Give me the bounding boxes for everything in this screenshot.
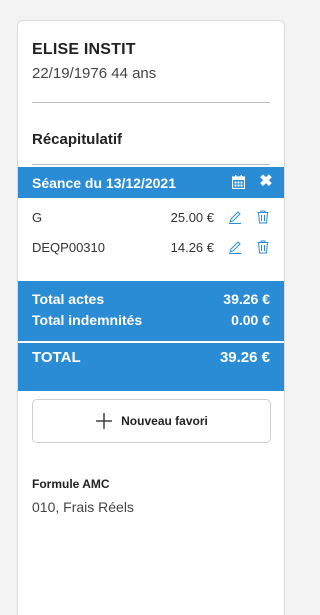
divider <box>32 164 270 165</box>
edit-icon[interactable] <box>228 210 242 224</box>
recap-title: Récapitulatif <box>32 131 123 148</box>
edit-icon[interactable] <box>228 240 242 254</box>
plus-icon <box>95 412 113 430</box>
act-row: DEQP00310 14.26 € <box>18 232 284 262</box>
total-actes-value: 39.26 € <box>223 291 270 307</box>
divider <box>32 102 270 103</box>
amc-value: 010, Frais Réels <box>32 499 134 515</box>
act-row: G 25.00 € <box>18 202 284 232</box>
calendar-icon[interactable] <box>231 175 246 190</box>
act-code: DEQP00310 <box>32 240 105 255</box>
total-actes-label: Total actes <box>32 291 105 307</box>
trash-icon[interactable] <box>257 210 269 224</box>
act-amount: 14.26 € <box>170 240 214 255</box>
total-indemnites-value: 0.00 € <box>231 312 270 328</box>
patient-birth-info: 22/19/1976 44 ans <box>32 65 157 82</box>
amc-title: Formule AMC <box>32 477 110 491</box>
grand-total-value: 39.26 € <box>219 349 270 366</box>
patient-name: ELISE INSTIT <box>32 41 136 58</box>
grand-total-label: TOTAL <box>32 349 81 366</box>
act-amount: 25.00 € <box>170 210 214 225</box>
session-header: Séance du 13/12/2021 ✖ <box>18 167 284 198</box>
trash-icon[interactable] <box>257 240 269 254</box>
grand-total-block: TOTAL 39.26 € <box>18 341 284 391</box>
session-title: Séance du 13/12/2021 <box>32 174 176 191</box>
add-favorite-button[interactable]: Nouveau favori <box>32 399 271 443</box>
patient-card: ELISE INSTIT 22/19/1976 44 ans Récapitul… <box>17 20 285 615</box>
add-favorite-label: Nouveau favori <box>121 414 208 428</box>
total-indemnites-label: Total indemnités <box>32 312 143 328</box>
close-icon[interactable]: ✖ <box>258 174 274 190</box>
act-code: G <box>32 210 43 225</box>
